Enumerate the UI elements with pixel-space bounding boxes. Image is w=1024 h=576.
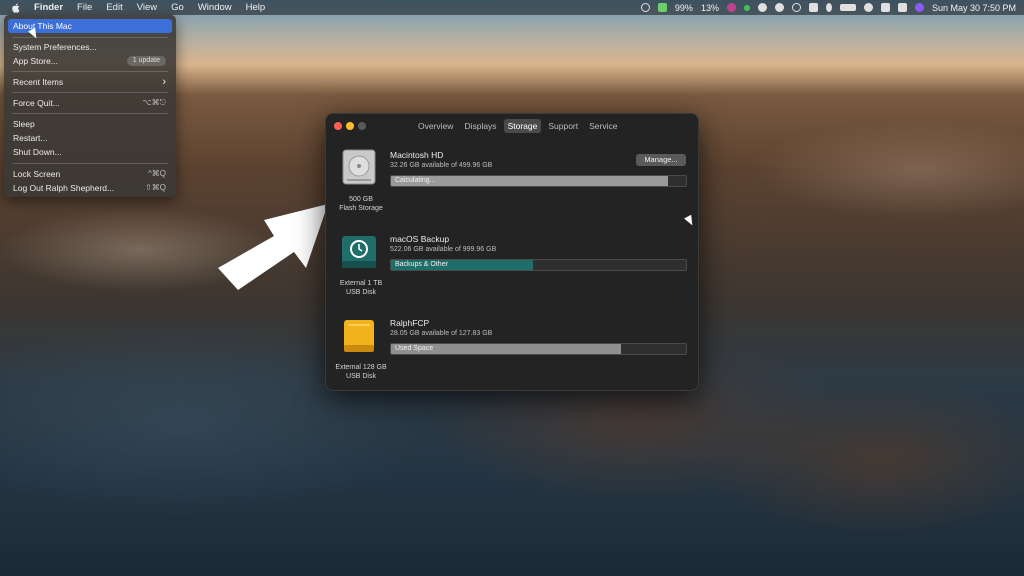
disk-name: RalphFCP — [390, 318, 430, 328]
menu-separator — [12, 92, 168, 93]
disk-name: macOS Backup — [390, 234, 450, 244]
tab-storage[interactable]: Storage — [503, 119, 542, 133]
storage-bar-label: Backups & Other — [395, 261, 448, 268]
storage-bar: Backups & Other — [390, 259, 687, 271]
update-badge: 1 update — [126, 56, 166, 66]
submenu-arrow-icon: › — [162, 76, 166, 88]
menu-view[interactable]: View — [137, 2, 157, 13]
internal-drive-icon — [342, 149, 376, 185]
contrast-icon[interactable] — [757, 3, 767, 12]
battery-icon[interactable] — [839, 4, 856, 11]
disk-caption: External 1 TB USB Disk — [326, 279, 396, 297]
disk-name: Macintosh HD — [390, 150, 444, 160]
menu-item-system-preferences[interactable]: System Preferences... — [8, 40, 172, 54]
menu-item-shut-down[interactable]: Shut Down... — [8, 145, 172, 159]
menu-item-label: Recent Items — [13, 77, 64, 87]
close-button[interactable] — [334, 122, 342, 130]
status-area: 99% 13% Sun May 30 7:50 PM — [633, 0, 1016, 15]
menu-finder[interactable]: Finder — [34, 2, 63, 13]
shortcut-label: ⌥⌘⎋ — [142, 98, 166, 107]
menu-item-label: System Preferences... — [13, 42, 97, 52]
menu-item-label: App Store... — [13, 56, 58, 66]
menu-item-label: Sleep — [13, 119, 35, 129]
menu-help[interactable]: Help — [246, 2, 266, 13]
menu-item-label: Shut Down... — [13, 147, 62, 157]
manage-button[interactable]: Manage... — [636, 154, 686, 166]
menu-item-sleep[interactable]: Sleep — [8, 117, 172, 131]
disk-size: External 128 GB — [335, 364, 387, 371]
time-machine-icon[interactable] — [791, 3, 801, 12]
tab-support[interactable]: Support — [544, 119, 582, 133]
disk-size: External 1 TB — [339, 280, 383, 287]
menu-item-restart[interactable]: Restart... — [8, 131, 172, 145]
menu-file[interactable]: File — [77, 2, 92, 13]
annotation-arrow-icon — [218, 204, 328, 290]
green-dot-icon[interactable] — [743, 4, 750, 11]
time-machine-drive-icon — [342, 236, 376, 268]
hdd-icon[interactable] — [808, 3, 818, 12]
tab-bar: Overview Displays Storage Support Servic… — [414, 119, 624, 133]
battery-percent-b[interactable]: 13% — [701, 3, 719, 13]
record-icon[interactable] — [640, 3, 650, 12]
storage-bar: Calculating... — [390, 175, 687, 187]
disk-type: USB Disk — [346, 373, 376, 380]
disk-available: 28.05 GB available of 127.83 GB — [390, 330, 493, 337]
disk-type: Flash Storage — [339, 205, 383, 212]
apple-logo-icon[interactable] — [11, 3, 20, 13]
bluetooth-icon[interactable] — [825, 3, 832, 12]
disk-caption: External 128 GB USB Disk — [326, 363, 396, 381]
menu-item-label: About This Mac — [13, 21, 72, 31]
menu-item-force-quit[interactable]: Force Quit... ⌥⌘⎋ — [8, 96, 172, 110]
color-wheel-icon[interactable] — [726, 3, 736, 12]
control-center-icon[interactable] — [897, 3, 907, 12]
menu-item-label: Force Quit... — [13, 98, 60, 108]
menu-separator — [12, 71, 168, 72]
menu-item-label: Log Out Ralph Shepherd... — [13, 183, 115, 193]
disk-caption: 500 GB Flash Storage — [326, 195, 396, 213]
tab-service[interactable]: Service — [585, 119, 621, 133]
shortcut-label: ⇧⌘Q — [145, 183, 166, 192]
menu-edit[interactable]: Edit — [106, 2, 122, 13]
menu-bar: Finder File Edit View Go Window Help 99%… — [0, 0, 1024, 15]
menu-item-recent-items[interactable]: Recent Items › — [8, 75, 172, 89]
about-this-mac-window: Overview Displays Storage Support Servic… — [325, 113, 699, 391]
disk-available: 522.06 GB available of 999.96 GB — [390, 246, 497, 253]
siri-icon[interactable] — [914, 3, 924, 12]
usb-drive-icon — [344, 320, 374, 352]
disk-size: 500 GB — [349, 196, 373, 203]
wifi-icon[interactable] — [863, 3, 873, 12]
disk-available: 32.26 GB available of 499.96 GB — [390, 162, 493, 169]
menu-item-log-out[interactable]: Log Out Ralph Shepherd... ⇧⌘Q — [8, 181, 172, 195]
minimize-button[interactable] — [346, 122, 354, 130]
menu-item-app-store[interactable]: App Store... 1 update — [8, 54, 172, 68]
battery-percent-a[interactable]: 99% — [675, 3, 693, 13]
apple-menu: About This Mac System Preferences... App… — [4, 15, 176, 197]
battery-app-icon[interactable] — [657, 3, 667, 12]
storage-bar-label: Calculating... — [395, 177, 436, 184]
tab-overview[interactable]: Overview — [414, 119, 457, 133]
tab-displays[interactable]: Displays — [460, 119, 500, 133]
menu-window[interactable]: Window — [198, 2, 232, 13]
menu-item-lock-screen[interactable]: Lock Screen ^⌘Q — [8, 167, 172, 181]
disk-type: USB Disk — [346, 289, 376, 296]
menu-item-label: Lock Screen — [13, 169, 61, 179]
storage-bar-label: Used Space — [395, 345, 434, 352]
gear-icon[interactable] — [774, 3, 784, 12]
airplay-icon[interactable] — [880, 3, 890, 12]
storage-bar: Used Space — [390, 343, 687, 355]
menu-go[interactable]: Go — [171, 2, 184, 13]
zoom-button[interactable] — [358, 122, 366, 130]
menu-item-label: Restart... — [13, 133, 48, 143]
menu-separator — [12, 113, 168, 114]
shortcut-label: ^⌘Q — [148, 169, 166, 178]
menubar-clock[interactable]: Sun May 30 7:50 PM — [932, 3, 1016, 13]
menu-separator — [12, 163, 168, 164]
